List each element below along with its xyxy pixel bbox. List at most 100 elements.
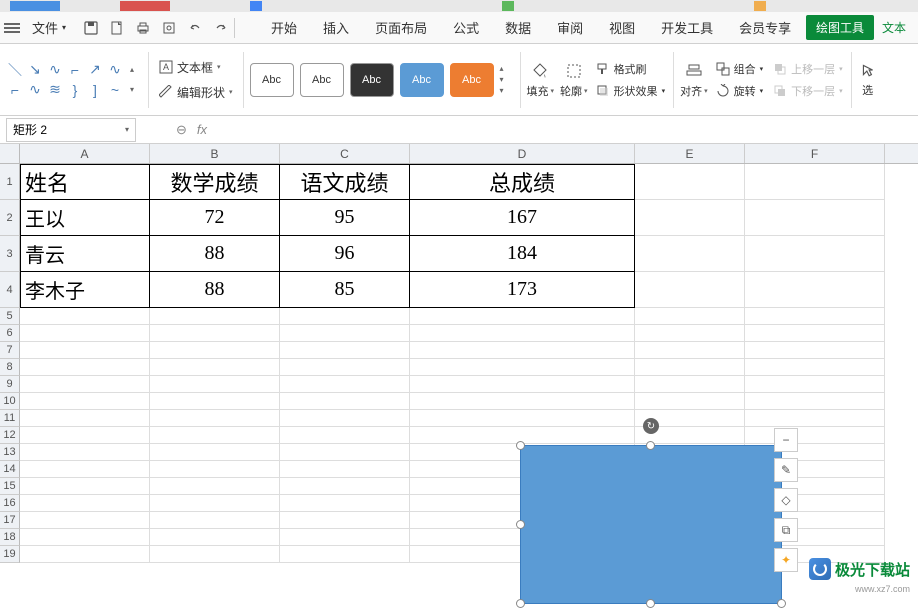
row-header[interactable]: 9 [0,376,20,393]
cell[interactable] [280,410,410,427]
cell[interactable]: 167 [410,200,635,236]
cancel-icon[interactable]: ⊖ [176,122,187,138]
select-button[interactable]: 选 [858,60,878,100]
col-header-A[interactable]: A [20,144,150,163]
cell[interactable]: 总成绩 [410,164,635,200]
rectangle-shape[interactable]: ↻ [520,445,782,604]
cell[interactable] [20,376,150,393]
cell[interactable]: 85 [280,272,410,308]
cell[interactable] [150,529,280,546]
print-icon[interactable] [134,19,152,37]
hamburger-icon[interactable] [4,23,20,33]
resize-handle-nw[interactable] [516,441,525,450]
cell[interactable] [150,376,280,393]
tab-data[interactable]: 数据 [493,12,543,43]
zigzag-shape-icon[interactable]: ≋ [46,81,64,99]
row-header[interactable]: 3 [0,236,20,272]
cell[interactable] [20,512,150,529]
cell[interactable] [20,427,150,444]
cell[interactable] [20,461,150,478]
cell[interactable] [150,342,280,359]
row-header[interactable]: 16 [0,495,20,512]
cell[interactable]: 语文成绩 [280,164,410,200]
cell[interactable] [280,393,410,410]
cell[interactable] [410,342,635,359]
cell[interactable] [410,359,635,376]
cell[interactable]: 173 [410,272,635,308]
cell[interactable] [635,393,745,410]
cell[interactable] [150,359,280,376]
row-header[interactable]: 5 [0,308,20,325]
col-header-D[interactable]: D [410,144,635,163]
cell[interactable] [20,478,150,495]
fill-button[interactable]: 填充 [527,61,555,99]
cell[interactable] [745,236,885,272]
undo-icon[interactable] [186,19,204,37]
cell[interactable]: 72 [150,200,280,236]
tab-indicator-orange[interactable] [754,1,766,11]
cell[interactable] [150,461,280,478]
fx-icon[interactable]: fx [197,122,207,137]
tab-insert[interactable]: 插入 [311,12,361,43]
col-header-F[interactable]: F [745,144,885,163]
cell[interactable] [745,410,885,427]
cell[interactable] [280,546,410,563]
style-preset-4[interactable]: Abc [400,63,444,97]
cell[interactable] [280,444,410,461]
outline-button[interactable]: 轮廓 [560,61,588,99]
cell[interactable] [150,308,280,325]
bracket-shape-icon[interactable]: ] [86,81,104,99]
shape-gallery[interactable]: ＼ ↘ ∿ ⌐ ↗ ∿ ⌐ ∿ ≋ } ] ~ [6,61,124,99]
cell[interactable] [635,342,745,359]
row-header[interactable]: 14 [0,461,20,478]
arrow-shape-icon[interactable]: ↗ [86,61,104,79]
cell[interactable] [150,444,280,461]
cell[interactable] [635,200,745,236]
tab-review[interactable]: 审阅 [545,12,595,43]
cell[interactable] [635,308,745,325]
send-backward-button[interactable]: 下移一层▾ [771,81,845,101]
tab-member[interactable]: 会员专享 [727,12,803,43]
effects-button[interactable]: 形状效果▾ [594,81,668,101]
row-header[interactable]: 19 [0,546,20,563]
cell[interactable]: 96 [280,236,410,272]
cell[interactable] [20,546,150,563]
cell[interactable] [745,308,885,325]
cell[interactable] [150,410,280,427]
cell[interactable] [280,342,410,359]
tab-indicator-red[interactable] [120,1,170,11]
row-header[interactable]: 12 [0,427,20,444]
resize-handle-n[interactable] [646,441,655,450]
cell[interactable] [20,410,150,427]
preview-icon[interactable] [160,19,178,37]
cell[interactable] [280,529,410,546]
cell[interactable]: 姓名 [20,164,150,200]
cells-area[interactable]: 姓名 数学成绩 语文成绩 总成绩 王以 72 95 167 青云 88 96 [20,164,885,563]
select-all-corner[interactable] [0,144,20,163]
edit-icon[interactable]: ✎ [774,458,798,482]
row-header[interactable]: 4 [0,272,20,308]
cell[interactable] [20,308,150,325]
tab-dev-tools[interactable]: 开发工具 [649,12,725,43]
cell[interactable] [150,325,280,342]
cell[interactable]: 王以 [20,200,150,236]
cell[interactable] [410,393,635,410]
cell[interactable] [150,427,280,444]
style-preset-2[interactable]: Abc [300,63,344,97]
cell[interactable]: 88 [150,272,280,308]
cell[interactable] [745,272,885,308]
tab-indicator-blue[interactable] [10,1,60,11]
cell[interactable] [20,393,150,410]
cell[interactable] [280,427,410,444]
row-header[interactable]: 6 [0,325,20,342]
cell[interactable] [150,495,280,512]
cell[interactable] [410,325,635,342]
cell[interactable]: 88 [150,236,280,272]
resize-handle-s[interactable] [646,599,655,608]
cell[interactable]: 李木子 [20,272,150,308]
cell[interactable] [20,342,150,359]
drawing-tools-tab[interactable]: 绘图工具 [806,15,874,40]
cell[interactable] [635,325,745,342]
save-icon[interactable] [82,19,100,37]
cell[interactable] [745,325,885,342]
